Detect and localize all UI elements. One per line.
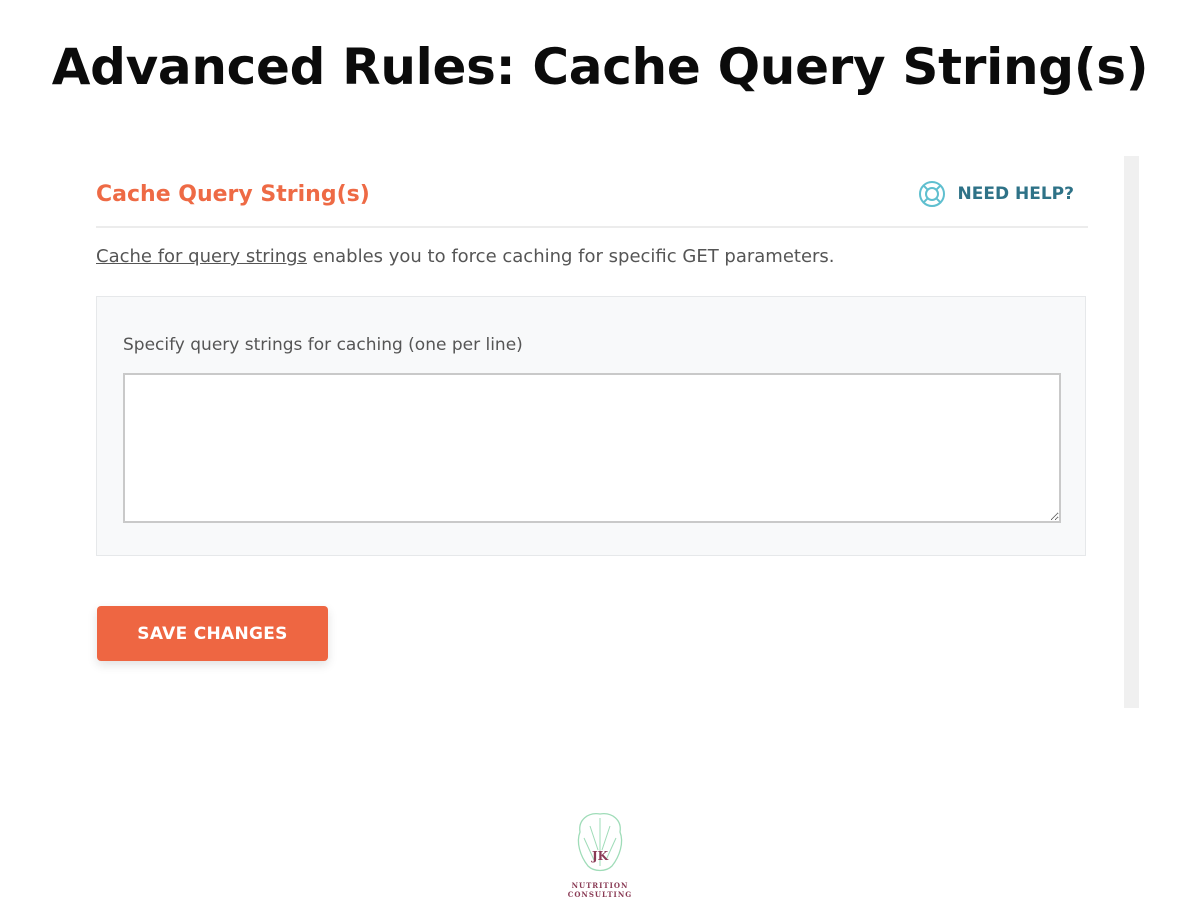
panel-title: Cache Query String(s) — [96, 182, 370, 207]
query-strings-label: Specify query strings for caching (one p… — [123, 335, 523, 355]
query-strings-box: Specify query strings for caching (one p… — [96, 296, 1086, 556]
description-text: enables you to force caching for specifi… — [306, 246, 835, 267]
need-help-link[interactable]: NEED HELP? — [918, 180, 1074, 208]
need-help-label: NEED HELP? — [957, 184, 1074, 204]
lifebuoy-icon — [918, 181, 945, 207]
logo-initials: JK — [591, 849, 609, 863]
logo-line1: NUTRITION — [571, 881, 629, 890]
panel-header: Cache Query String(s) NEED HELP? — [96, 176, 1088, 228]
query-strings-textarea[interactable] — [123, 373, 1061, 523]
cache-query-strings-link[interactable]: Cache for query strings — [96, 246, 307, 267]
save-changes-button[interactable]: SAVE CHANGES — [97, 606, 328, 661]
logo-line2: CONSULTING — [567, 890, 633, 899]
scrollbar[interactable] — [1124, 156, 1139, 708]
lettuce-logo-icon: JK — [577, 813, 623, 872]
description: Cache for query strings enables you to f… — [96, 246, 835, 267]
page-title: Advanced Rules: Cache Query String(s) — [51, 38, 1149, 96]
logo: JK NUTRITION CONSULTING — [566, 810, 634, 900]
